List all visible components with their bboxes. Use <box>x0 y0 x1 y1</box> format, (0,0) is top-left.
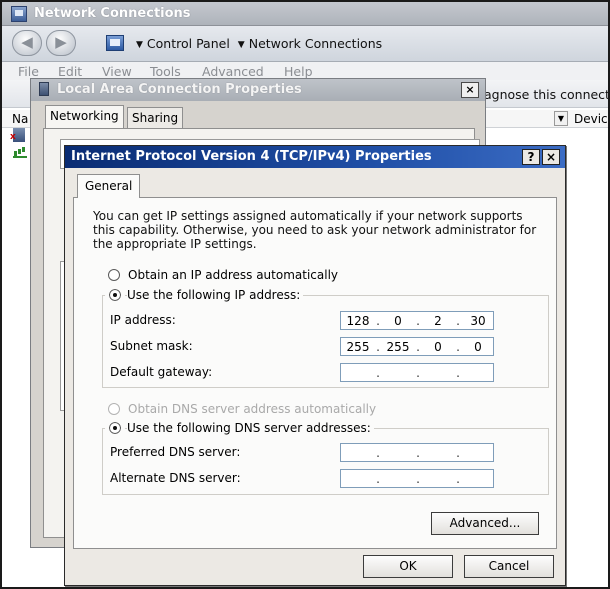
use-following-ip-radio[interactable] <box>105 285 125 305</box>
octet-separator: . <box>376 366 380 380</box>
menu-view[interactable]: View <box>102 64 132 79</box>
forward-arrow-icon: ▶ <box>55 33 67 51</box>
network-connections-title: Network Connections <box>34 6 191 21</box>
screenshot-frame: Network Connections ◀ ▶ ▼ Control Panel ▼… <box>0 0 610 589</box>
lac-title: Local Area Connection Properties <box>57 82 302 97</box>
subnet-mask-label: Subnet mask: <box>110 339 193 353</box>
menu-help[interactable]: Help <box>284 64 313 79</box>
back-button[interactable]: ◀ <box>12 30 42 56</box>
ipv4-dialog-titlebar: Internet Protocol Version 4 (TCP/IPv4) P… <box>65 146 565 168</box>
network-signal-icon[interactable] <box>13 148 27 158</box>
menu-file[interactable]: File <box>18 64 39 79</box>
menu-edit[interactable]: Edit <box>58 64 82 79</box>
use-following-ip-label[interactable]: Use the following IP address: <box>127 288 304 302</box>
octet-separator: . <box>416 314 420 328</box>
lac-titlebar: Local Area Connection Properties × <box>31 79 485 101</box>
breadcrumb-control-panel[interactable]: Control Panel <box>147 36 230 51</box>
octet-separator: . <box>416 366 420 380</box>
preferred-dns-label: Preferred DNS server: <box>110 445 241 459</box>
alternate-dns-field[interactable]: . . . <box>340 469 494 488</box>
obtain-dns-auto-label: Obtain DNS server address automatically <box>128 402 377 416</box>
alternate-dns-label: Alternate DNS server: <box>110 471 241 485</box>
network-adapter-icon <box>39 82 49 96</box>
general-tab-panel: You can get IP settings assigned automat… <box>73 197 557 549</box>
control-panel-icon <box>106 35 124 51</box>
tab-general[interactable]: General <box>77 174 141 198</box>
obtain-ip-auto-radio[interactable] <box>108 269 120 281</box>
breadcrumb-chevron-icon[interactable]: ▼ <box>238 40 245 50</box>
subnet-octet-4: 0 <box>474 340 482 354</box>
breadcrumb-network-connections[interactable]: Network Connections <box>249 36 382 51</box>
octet-separator: . <box>456 340 460 354</box>
default-gateway-label: Default gateway: <box>110 365 213 379</box>
navigation-bar: ◀ ▶ ▼ Control Panel ▼ Network Connections <box>2 26 608 62</box>
breadcrumb: ▼ Control Panel ▼ Network Connections <box>132 36 382 51</box>
ipv4-dialog-title: Internet Protocol Version 4 (TCP/IPv4) P… <box>71 149 432 164</box>
forward-button[interactable]: ▶ <box>46 30 76 56</box>
preferred-dns-field[interactable]: . . . <box>340 443 494 462</box>
octet-separator: . <box>376 446 380 460</box>
octet-separator: . <box>416 472 420 486</box>
diagnose-connection-command[interactable]: agnose this connectio <box>484 87 608 102</box>
subnet-octet-3: 0 <box>434 340 442 354</box>
octet-separator: . <box>416 340 420 354</box>
ip-octet-3: 2 <box>434 314 442 328</box>
advanced-button[interactable]: Advanced... <box>431 512 539 535</box>
help-button[interactable]: ? <box>522 149 540 165</box>
octet-separator: . <box>376 314 380 328</box>
back-arrow-icon: ◀ <box>21 33 33 51</box>
close-button[interactable]: × <box>542 149 560 165</box>
octet-separator: . <box>376 340 380 354</box>
network-adapter-icon[interactable] <box>10 128 25 142</box>
octet-separator: . <box>456 472 460 486</box>
cancel-button[interactable]: Cancel <box>464 555 554 578</box>
network-connections-icon <box>11 6 27 22</box>
use-following-dns-radio[interactable] <box>105 418 125 438</box>
obtain-dns-auto-radio <box>108 403 120 415</box>
subnet-octet-2: 255 <box>386 340 410 354</box>
ok-button[interactable]: OK <box>363 555 453 578</box>
breadcrumb-chevron-icon[interactable]: ▼ <box>136 40 143 50</box>
menu-tools[interactable]: Tools <box>150 64 181 79</box>
ipv4-properties-dialog: Internet Protocol Version 4 (TCP/IPv4) P… <box>64 145 566 586</box>
obtain-ip-auto-label[interactable]: Obtain an IP address automatically <box>128 268 338 282</box>
subnet-mask-field[interactable]: 255 . 255 . 0 . 0 <box>340 337 494 356</box>
octet-separator: . <box>376 472 380 486</box>
octet-separator: . <box>456 366 460 380</box>
octet-separator: . <box>456 446 460 460</box>
ip-address-group: Use the following IP address: IP address… <box>102 285 549 388</box>
subnet-octet-1: 255 <box>346 340 370 354</box>
use-following-dns-label[interactable]: Use the following DNS server addresses: <box>127 421 374 435</box>
ip-octet-4: 30 <box>470 314 486 328</box>
default-gateway-field[interactable]: . . . <box>340 363 494 382</box>
tab-networking[interactable]: Networking <box>45 105 124 130</box>
lac-close-button[interactable]: × <box>461 82 479 98</box>
ip-address-label: IP address: <box>110 313 176 327</box>
column-name[interactable]: Na <box>12 112 28 126</box>
ip-address-field[interactable]: 128 . 0 . 2 . 30 <box>340 311 494 330</box>
ip-octet-2: 0 <box>394 314 402 328</box>
column-device[interactable]: Devic <box>574 112 608 126</box>
dns-server-group: Use the following DNS server addresses: … <box>102 418 549 495</box>
octet-separator: . <box>416 446 420 460</box>
tab-sharing[interactable]: Sharing <box>127 107 184 129</box>
column-dropdown-icon[interactable]: ▼ <box>554 111 568 126</box>
menu-advanced[interactable]: Advanced <box>202 64 264 79</box>
octet-separator: . <box>456 314 460 328</box>
ip-octet-1: 128 <box>346 314 370 328</box>
network-connections-titlebar: Network Connections <box>2 2 608 26</box>
intro-text: You can get IP settings assigned automat… <box>93 209 537 251</box>
